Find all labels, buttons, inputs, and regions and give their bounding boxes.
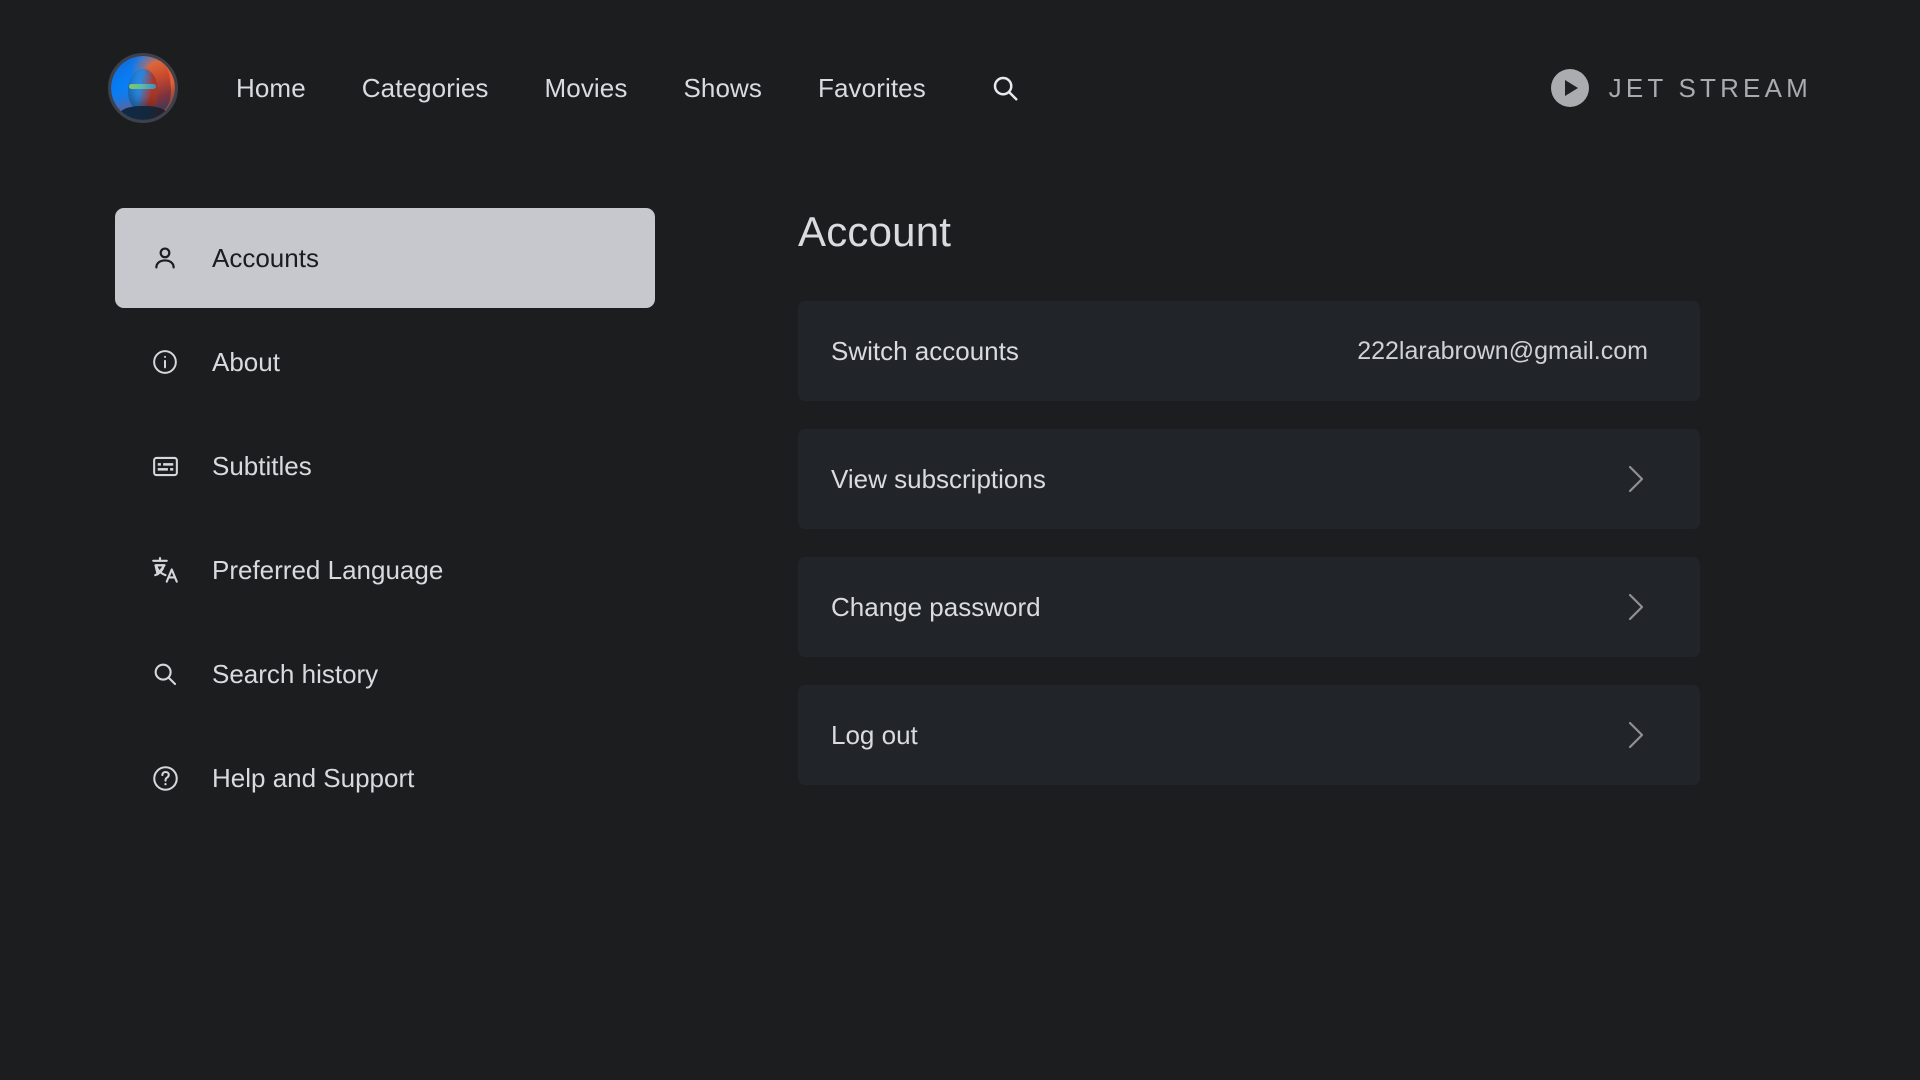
avatar-body — [119, 105, 168, 120]
play-circle-icon — [1550, 69, 1589, 107]
chevron-right-icon — [1622, 718, 1648, 752]
person-icon — [148, 241, 182, 275]
translate-icon — [148, 553, 182, 587]
row-log-out[interactable]: Log out — [798, 685, 1700, 785]
nav-link-categories[interactable]: Categories — [334, 67, 517, 110]
sidebar-item-label: Subtitles — [212, 450, 312, 481]
nav-link-home[interactable]: Home — [214, 67, 334, 110]
nav-link-favorites[interactable]: Favorites — [790, 67, 954, 110]
help-icon — [148, 761, 182, 795]
sidebar-item-about[interactable]: About — [115, 312, 655, 412]
nav-link-movies[interactable]: Movies — [517, 67, 656, 110]
search-icon[interactable] — [982, 65, 1028, 111]
sidebar-item-label: Accounts — [212, 242, 319, 273]
top-navigation-bar: Home Categories Movies Shows Favorites J… — [0, 0, 1920, 155]
account-panel: Account Switch accounts 222larabrown@gma… — [798, 208, 1700, 813]
row-view-subscriptions[interactable]: View subscriptions — [798, 429, 1700, 529]
sidebar-item-label: About — [212, 346, 280, 377]
subtitles-icon — [148, 449, 182, 483]
brand-logo[interactable]: JET STREAM — [1550, 52, 1812, 124]
avatar[interactable] — [108, 53, 178, 123]
account-email-value: 222larabrown@gmail.com — [1357, 336, 1648, 365]
sidebar-item-label: Search history — [212, 658, 379, 689]
row-label: Switch accounts — [831, 335, 1019, 366]
nav-link-shows[interactable]: Shows — [655, 67, 790, 110]
sidebar-item-preferred-language[interactable]: Preferred Language — [115, 520, 655, 620]
avatar-face — [127, 68, 159, 112]
play-triangle — [1565, 80, 1579, 96]
row-switch-accounts[interactable]: Switch accounts 222larabrown@gmail.com — [798, 301, 1700, 401]
row-label: Change password — [831, 591, 1041, 622]
row-change-password[interactable]: Change password — [798, 557, 1700, 657]
avatar-image — [111, 56, 175, 120]
row-label: View subscriptions — [831, 463, 1046, 494]
brand-name: JET STREAM — [1608, 72, 1812, 103]
nav-links: Home Categories Movies Shows Favorites — [214, 65, 1028, 111]
chevron-right-icon — [1622, 462, 1648, 496]
sidebar-item-help-and-support[interactable]: Help and Support — [115, 728, 655, 828]
sidebar-item-label: Help and Support — [212, 762, 415, 793]
sidebar-item-accounts[interactable]: Accounts — [115, 208, 655, 308]
nav-left-group: Home Categories Movies Shows Favorites — [108, 52, 1028, 124]
avatar-glasses — [128, 83, 156, 90]
row-label: Log out — [831, 719, 918, 750]
settings-sidebar: Accounts About Subtitles Preferred Langu… — [115, 208, 655, 828]
sidebar-item-label: Preferred Language — [212, 554, 444, 585]
page-title: Account — [798, 208, 952, 255]
app-root: Home Categories Movies Shows Favorites J… — [0, 0, 1920, 1080]
sidebar-item-subtitles[interactable]: Subtitles — [115, 416, 655, 516]
sidebar-item-search-history[interactable]: Search history — [115, 624, 655, 724]
search-icon — [148, 657, 182, 691]
info-icon — [148, 345, 182, 379]
chevron-right-icon — [1622, 590, 1648, 624]
